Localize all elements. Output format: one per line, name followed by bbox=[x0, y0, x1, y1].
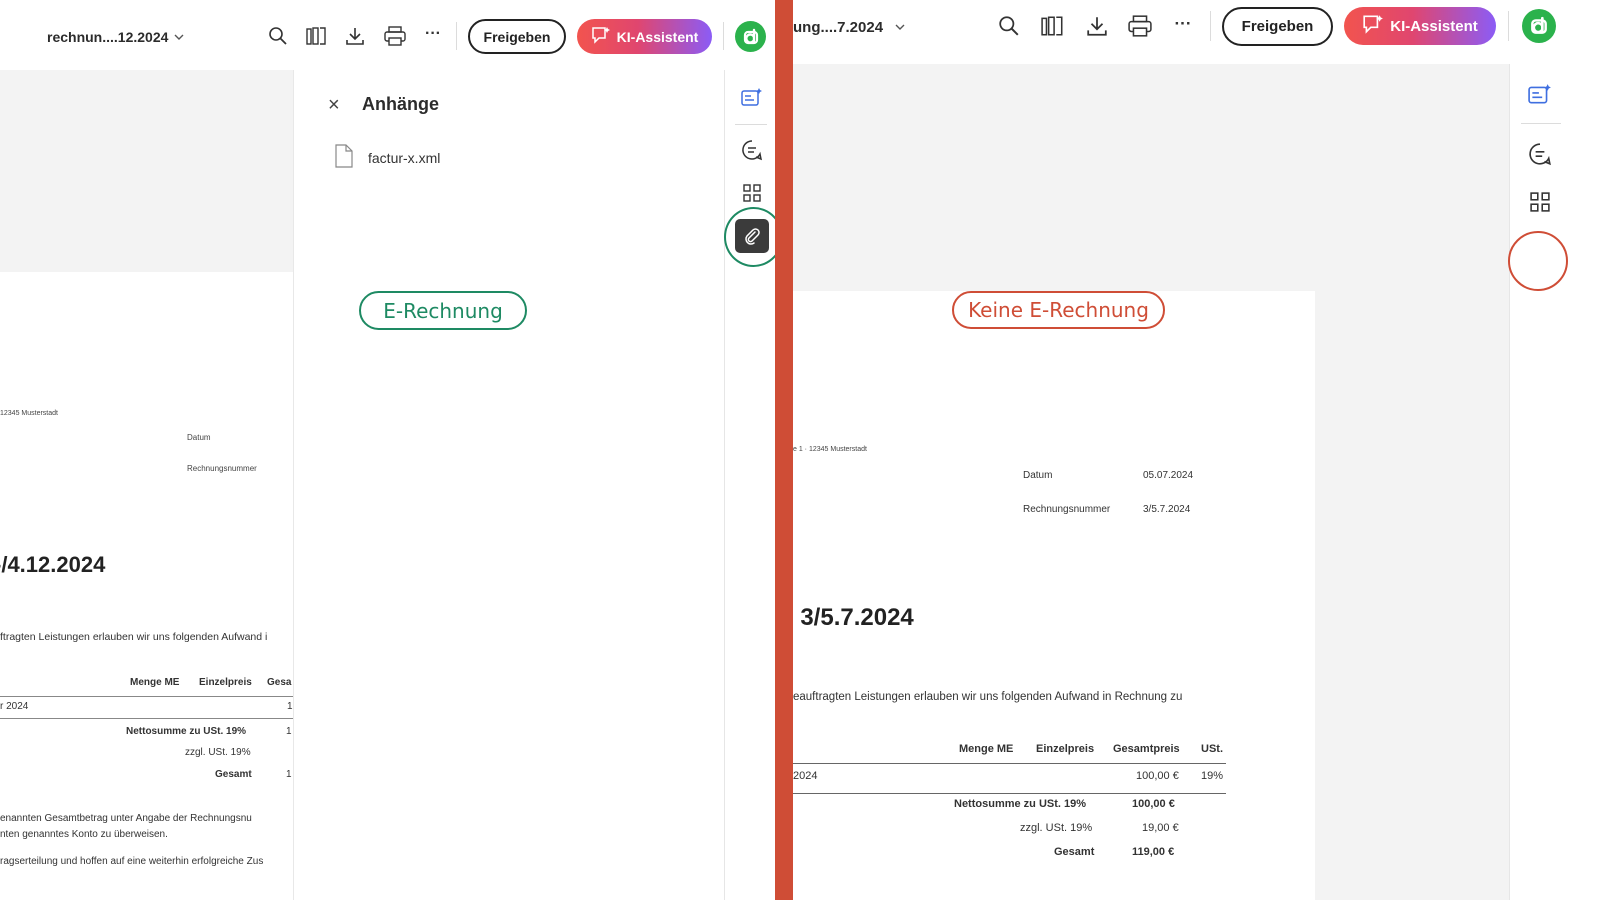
ai-assistant-label: KI-Assistent bbox=[1390, 17, 1478, 35]
right-viewer: e 1 · 12345 Musterstadt Datum 05.07.2024… bbox=[793, 0, 1600, 900]
ai-assistant-button[interactable]: KI-Assistent bbox=[577, 19, 712, 54]
attachment-item[interactable]: factur-x.xml bbox=[334, 143, 441, 173]
right-rail bbox=[1509, 64, 1600, 900]
col-qty: Menge ME bbox=[130, 677, 180, 688]
document-page: 12345 Musterstadt Datum Rechnungsnummer … bbox=[0, 272, 293, 900]
share-button[interactable]: Freigeben bbox=[1222, 7, 1333, 46]
table-rule bbox=[793, 793, 1226, 794]
vat-label: zzgl. USt. 19% bbox=[1020, 822, 1093, 834]
comment-icon[interactable] bbox=[1525, 139, 1555, 169]
search-icon[interactable] bbox=[995, 12, 1023, 40]
thumbnails-icon[interactable] bbox=[737, 178, 767, 208]
row-description: r 2024 bbox=[0, 701, 29, 712]
row-description: 2024 bbox=[793, 770, 818, 782]
footer-line: enannten Gesamtbetrag unter Angabe der R… bbox=[0, 813, 252, 824]
table-rule bbox=[0, 696, 293, 697]
rail-divider bbox=[1521, 123, 1561, 124]
invoice-heading: g 3/5.7.2024 bbox=[793, 604, 914, 631]
col-qty: Menge ME bbox=[959, 743, 1014, 755]
e-invoice-annotation: E-Rechnung bbox=[359, 291, 527, 330]
ai-assistant-icon bbox=[1362, 14, 1384, 38]
total-value: 1 bbox=[286, 769, 292, 780]
left-viewer: 12345 Musterstadt Datum Rechnungsnummer … bbox=[0, 0, 775, 900]
ai-assistant-label: KI-Assistent bbox=[616, 28, 699, 45]
vat-label: zzgl. USt. 19% bbox=[185, 747, 251, 758]
chevron-down-icon[interactable] bbox=[892, 19, 908, 35]
print-icon[interactable] bbox=[1126, 12, 1154, 40]
top-toolbar: rechnun....12.2024 ··· Freigeben KI-Assi… bbox=[0, 0, 775, 70]
rail-divider bbox=[735, 124, 767, 125]
col-total: Gesa bbox=[267, 677, 292, 688]
col-unit-price: Einzelpreis bbox=[1036, 743, 1095, 755]
ai-summary-icon[interactable] bbox=[737, 82, 767, 112]
date-label: Datum bbox=[187, 433, 211, 442]
total-label: Gesamt bbox=[215, 769, 252, 780]
row-vat: 19% bbox=[1201, 770, 1224, 782]
share-button[interactable]: Freigeben bbox=[468, 19, 566, 54]
search-icon[interactable] bbox=[264, 22, 292, 50]
total-label: Gesamt bbox=[1054, 846, 1095, 858]
file-icon bbox=[334, 143, 354, 173]
vat-value: 19,00 € bbox=[1142, 822, 1179, 834]
divider-line bbox=[1508, 11, 1509, 41]
panel-title: Anhänge bbox=[362, 94, 440, 114]
app-avatar[interactable] bbox=[735, 21, 766, 52]
page-view-icon[interactable] bbox=[1039, 12, 1067, 40]
close-panel-button[interactable]: × bbox=[328, 95, 340, 115]
net-label: Nettosumme zu USt. 19% bbox=[126, 726, 247, 737]
app-avatar[interactable] bbox=[1522, 9, 1556, 43]
net-value: 1 bbox=[286, 726, 292, 737]
date-label: Datum bbox=[1023, 470, 1053, 481]
sender-line: e 1 · 12345 Musterstadt bbox=[793, 446, 867, 453]
net-value: 100,00 € bbox=[1132, 798, 1175, 810]
no-e-invoice-annotation: Keine E-Rechnung bbox=[952, 291, 1165, 329]
comment-icon[interactable] bbox=[737, 135, 767, 165]
ai-assistant-icon bbox=[591, 26, 611, 47]
invoice-number-value: 3/5.7.2024 bbox=[1143, 504, 1191, 515]
col-total: Gesamtpreis bbox=[1113, 743, 1180, 755]
intro-text: eauftragten Leistungen erlauben wir uns … bbox=[793, 691, 1183, 703]
row-total: 100,00 € bbox=[1136, 770, 1179, 782]
page-view-icon[interactable] bbox=[303, 22, 331, 50]
attachment-name: factur-x.xml bbox=[368, 150, 441, 166]
table-rule bbox=[0, 718, 293, 719]
print-icon[interactable] bbox=[381, 22, 409, 50]
invoice-heading: -/4.12.2024 bbox=[0, 552, 106, 577]
invoice-number-label: Rechnungsnummer bbox=[187, 464, 257, 473]
more-options-icon[interactable]: ··· bbox=[419, 20, 447, 48]
intro-text: ftragten Leistungen erlauben wir uns fol… bbox=[0, 631, 268, 643]
date-value: 05.07.2024 bbox=[1143, 470, 1194, 481]
total-value: 119,00 € bbox=[1132, 846, 1175, 858]
split-divider bbox=[775, 0, 793, 900]
download-icon[interactable] bbox=[1083, 12, 1111, 40]
footer-line: ragserteilung und hoffen auf eine weiter… bbox=[0, 856, 264, 867]
col-vat: USt. bbox=[1201, 743, 1223, 755]
top-toolbar: ung....7.2024 ··· Freigeben KI-Assistent bbox=[793, 0, 1600, 64]
invoice-number-label: Rechnungsnummer bbox=[1023, 504, 1111, 515]
file-name[interactable]: rechnun....12.2024 bbox=[47, 29, 168, 45]
thumbnails-icon[interactable] bbox=[1525, 187, 1555, 217]
divider-line bbox=[723, 22, 724, 50]
footer-line: nten genanntes Konto zu überweisen. bbox=[0, 829, 168, 840]
col-unit-price: Einzelpreis bbox=[199, 677, 252, 688]
table-rule bbox=[793, 763, 1226, 764]
ai-summary-icon[interactable] bbox=[1525, 79, 1555, 109]
row-value: 1 bbox=[287, 701, 293, 712]
divider-line bbox=[1210, 11, 1211, 41]
net-label: Nettosumme zu USt. 19% bbox=[954, 798, 1087, 810]
chevron-down-icon[interactable] bbox=[171, 29, 187, 45]
attachments-panel: × Anhänge factur-x.xml bbox=[293, 70, 724, 900]
file-name[interactable]: ung....7.2024 bbox=[793, 19, 883, 36]
divider-line bbox=[456, 22, 457, 50]
more-options-icon[interactable]: ··· bbox=[1169, 10, 1197, 38]
attachments-icon[interactable] bbox=[735, 219, 769, 253]
sender-line: 12345 Musterstadt bbox=[0, 410, 58, 417]
right-rail bbox=[724, 70, 775, 900]
ai-assistant-button[interactable]: KI-Assistent bbox=[1344, 7, 1496, 45]
document-page: e 1 · 12345 Musterstadt Datum 05.07.2024… bbox=[793, 291, 1315, 900]
download-icon[interactable] bbox=[341, 22, 369, 50]
